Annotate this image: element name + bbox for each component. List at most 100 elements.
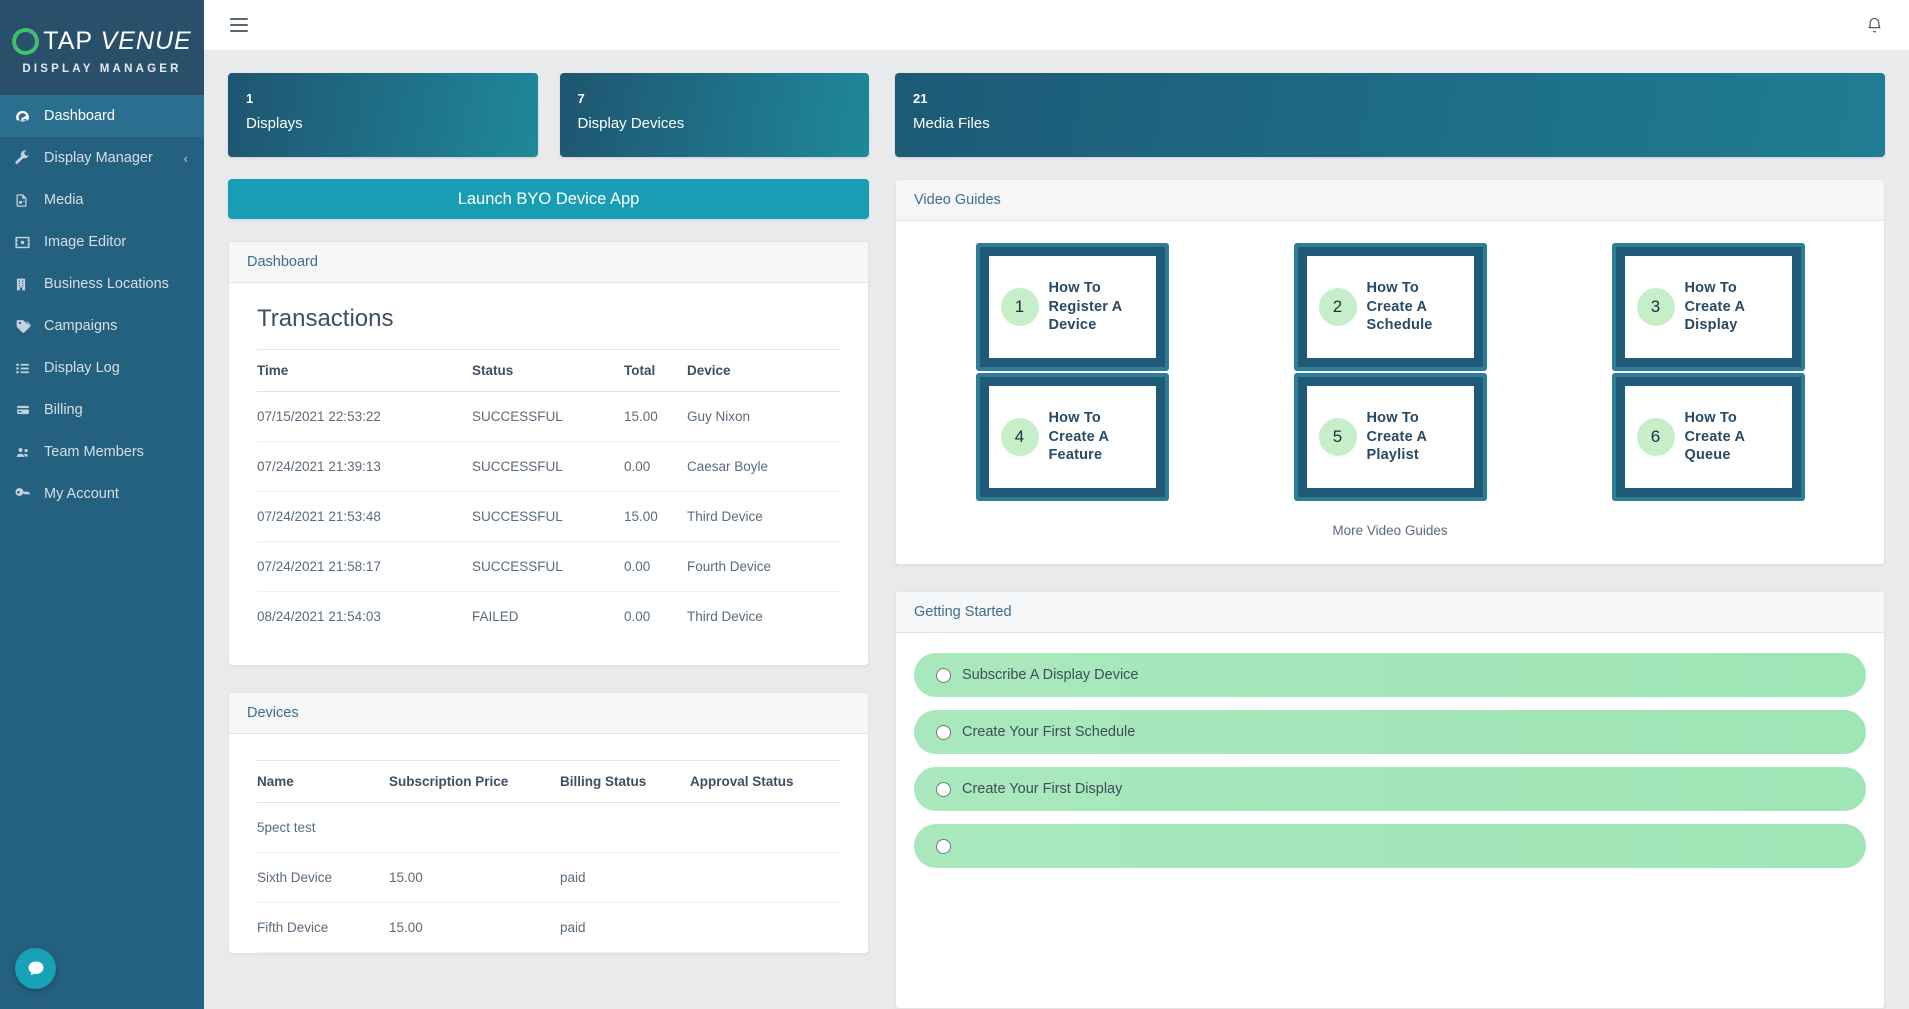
sidebar-item-business-locations[interactable]: Business Locations xyxy=(0,263,204,305)
video-guide-number: 2 xyxy=(1318,288,1357,326)
column-header-billing-status: Billing Status xyxy=(560,760,690,803)
getting-started-label: Subscribe A Display Device xyxy=(962,667,1139,683)
top-bar xyxy=(204,0,1909,51)
video-guide-frame: 3 How To Create A Display xyxy=(1615,247,1801,367)
stat-card-displays[interactable]: 1 Displays xyxy=(228,73,538,157)
sidebar-item-label: Image Editor xyxy=(44,234,127,250)
sidebar-item-label: Business Locations xyxy=(44,276,169,292)
radio-icon[interactable] xyxy=(936,724,951,740)
sidebar-item-team-members[interactable]: Team Members xyxy=(0,431,204,473)
video-guide-card-1[interactable]: 1 How To Register A Device xyxy=(975,243,1169,371)
column-header-device: Device xyxy=(687,349,840,392)
launch-byo-device-app-button[interactable]: Launch BYO Device App xyxy=(228,179,869,219)
sidebar-item-display-manager[interactable]: Display Manager ‹ xyxy=(0,137,204,179)
cell-approval-status xyxy=(690,902,840,953)
video-guide-number: 3 xyxy=(1636,288,1675,326)
left-column: 1 Displays 7 Display Devices Launch BYO … xyxy=(228,73,869,1009)
sidebar-item-my-account[interactable]: My Account xyxy=(0,473,204,515)
sidebar-item-label: Dashboard xyxy=(44,108,115,124)
sidebar-item-dashboard[interactable]: Dashboard xyxy=(0,95,204,137)
cell-approval-status xyxy=(690,852,840,903)
sidebar-item-display-log[interactable]: Display Log xyxy=(0,347,204,389)
cell-device: Third Device xyxy=(687,491,840,542)
column-header-name: Name xyxy=(257,760,389,803)
video-guide-screen: 4 How To Create A Feature xyxy=(988,386,1156,488)
video-guides-body: 1 How To Register A Device 2 How To Crea… xyxy=(896,221,1884,564)
video-guide-card-6[interactable]: 6 How To Create A Queue xyxy=(1611,373,1805,501)
getting-started-item-subscribe-device[interactable]: Subscribe A Display Device xyxy=(914,653,1866,697)
cell-device: Guy Nixon xyxy=(687,391,840,442)
table-row[interactable]: Sixth Device 15.00 paid xyxy=(257,852,840,903)
column-header-approval-status: Approval Status xyxy=(690,760,840,803)
radio-icon[interactable] xyxy=(936,781,951,797)
credit-card-icon xyxy=(14,403,44,417)
video-guide-card-2[interactable]: 2 How To Create A Schedule xyxy=(1293,243,1487,371)
table-row[interactable]: 5pect test xyxy=(257,802,840,853)
more-video-guides-link[interactable]: More Video Guides xyxy=(914,501,1866,546)
getting-started-item-partial[interactable] xyxy=(914,824,1866,868)
chat-widget-button[interactable] xyxy=(15,948,56,989)
cell-time: 07/24/2021 21:58:17 xyxy=(257,541,472,592)
stat-label: Display Devices xyxy=(577,114,685,132)
table-row[interactable]: 08/24/2021 21:54:03 FAILED 0.00 Third De… xyxy=(257,592,840,642)
video-guide-frame: 6 How To Create A Queue xyxy=(1615,377,1801,497)
cell-total: 15.00 xyxy=(624,491,687,542)
sidebar-item-media[interactable]: Media xyxy=(0,179,204,221)
wrench-icon xyxy=(14,150,44,166)
hamburger-line xyxy=(230,30,248,32)
getting-started-label: Create Your First Schedule xyxy=(962,724,1136,740)
sidebar-nav: Dashboard Display Manager ‹ Media Image … xyxy=(0,95,204,515)
video-guide-title: How To Create A Queue xyxy=(1684,410,1745,464)
cell-status: SUCCESSFUL xyxy=(472,541,624,592)
sidebar-item-campaigns[interactable]: Campaigns xyxy=(0,305,204,347)
tag-icon xyxy=(14,318,44,335)
cell-subscription-price: 15.00 xyxy=(389,852,560,903)
getting-started-item-create-display[interactable]: Create Your First Display xyxy=(914,767,1866,811)
video-guide-frame: 2 How To Create A Schedule xyxy=(1297,247,1483,367)
stat-value: 1 xyxy=(246,91,254,106)
chevron-left-icon[interactable]: ‹ xyxy=(184,151,188,166)
cell-total: 0.00 xyxy=(624,609,651,624)
video-guide-frame: 4 How To Create A Feature xyxy=(979,377,1165,497)
sidebar-item-billing[interactable]: Billing xyxy=(0,389,204,431)
ring-logo-icon xyxy=(8,23,44,59)
devices-panel: Devices Name Subscription Price Billing … xyxy=(228,692,869,954)
getting-started-item-create-schedule[interactable]: Create Your First Schedule xyxy=(914,710,1866,754)
table-row[interactable]: 07/24/2021 21:39:13 SUCCESSFUL 0.00 Caes… xyxy=(257,441,840,492)
column-header-total: Total xyxy=(624,349,687,392)
stat-card-media-files[interactable]: 21 Media Files xyxy=(895,73,1885,157)
hamburger-icon[interactable] xyxy=(226,14,252,36)
cell-total: 0.00 xyxy=(624,541,687,592)
image-icon xyxy=(14,234,44,251)
stat-card-display-devices[interactable]: 7 Display Devices xyxy=(559,73,869,157)
brand-logo[interactable]: TAP VENUE DISPLAY MANAGER xyxy=(0,0,204,95)
getting-started-panel: Getting Started Subscribe A Display Devi… xyxy=(895,591,1885,1009)
hamburger-line xyxy=(230,24,248,26)
sidebar-item-label: Display Manager xyxy=(44,150,153,166)
radio-icon[interactable] xyxy=(936,838,951,854)
video-guide-card-4[interactable]: 4 How To Create A Feature xyxy=(975,373,1169,501)
brand-wordmark: TAP VENUE xyxy=(8,23,191,59)
column-header-time: Time xyxy=(257,349,472,392)
cell-status: SUCCESSFUL xyxy=(472,441,624,492)
devices-table: Name Subscription Price Billing Status A… xyxy=(257,760,840,953)
video-guide-screen: 3 How To Create A Display xyxy=(1624,256,1792,358)
content-area: 1 Displays 7 Display Devices Launch BYO … xyxy=(204,51,1909,1009)
table-row[interactable]: 07/24/2021 21:58:17 SUCCESSFUL 0.00 Four… xyxy=(257,541,840,592)
getting-started-header: Getting Started xyxy=(896,592,1884,633)
sidebar-item-image-editor[interactable]: Image Editor xyxy=(0,221,204,263)
stat-value: 7 xyxy=(577,91,585,106)
bell-icon[interactable] xyxy=(1866,16,1883,35)
table-header-row: Name Subscription Price Billing Status A… xyxy=(257,760,840,803)
cell-billing-status: paid xyxy=(560,902,690,953)
video-guide-card-5[interactable]: 5 How To Create A Playlist xyxy=(1293,373,1487,501)
radio-icon[interactable] xyxy=(936,667,951,683)
column-header-status: Status xyxy=(472,349,624,392)
table-row[interactable]: Fifth Device 15.00 paid xyxy=(257,902,840,953)
table-row[interactable]: 07/24/2021 21:53:48 SUCCESSFUL 15.00 Thi… xyxy=(257,491,840,542)
cell-time: 08/24/2021 21:54:03 xyxy=(257,609,381,624)
video-guide-card-3[interactable]: 3 How To Create A Display xyxy=(1611,243,1805,371)
transactions-title: Transactions xyxy=(257,305,394,332)
table-row[interactable]: 07/15/2021 22:53:22 SUCCESSFUL 15.00 Guy… xyxy=(257,391,840,442)
video-guide-title: How To Create A Display xyxy=(1684,280,1745,334)
